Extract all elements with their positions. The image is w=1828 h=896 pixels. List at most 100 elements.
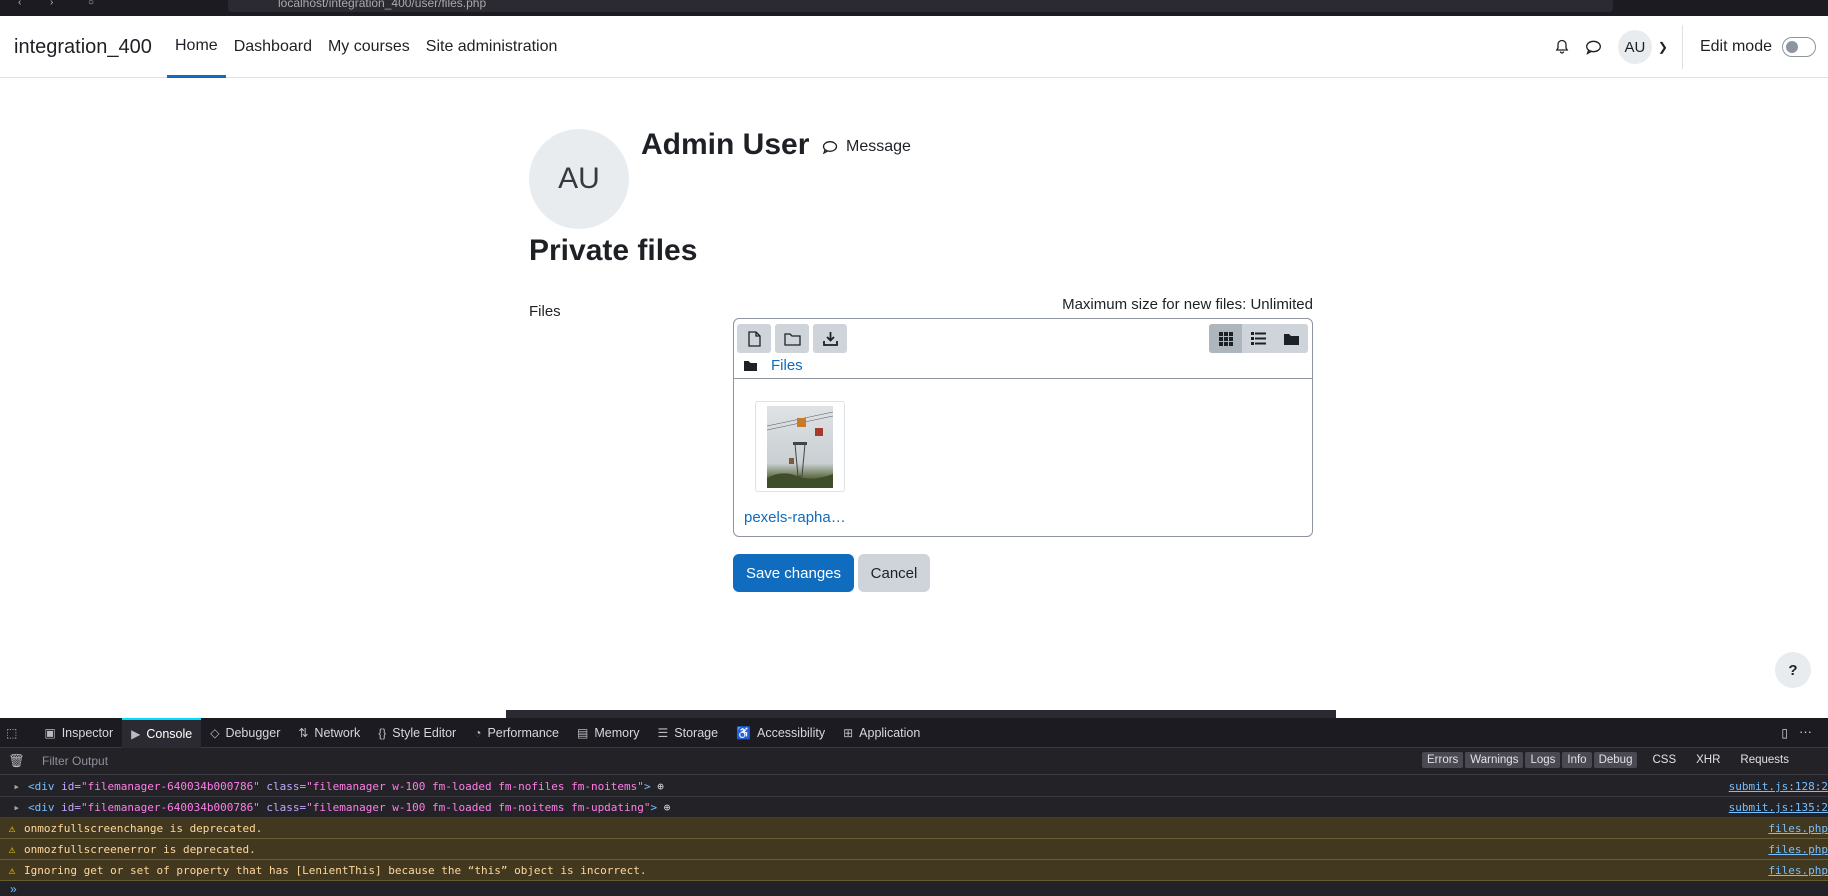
save-changes-button[interactable]: Save changes: [733, 554, 854, 592]
filter-warnings[interactable]: Warnings: [1465, 752, 1524, 768]
tree-view-button[interactable]: [1275, 324, 1308, 353]
tab-console-label: Console: [146, 726, 193, 741]
tab-style-editor[interactable]: {} Style Editor: [369, 718, 465, 748]
storage-icon: ☰: [657, 725, 669, 740]
profile-avatar: AU: [529, 129, 629, 229]
filter-output-input[interactable]: Filter Output: [42, 754, 108, 768]
notifications-button[interactable]: [1546, 31, 1578, 63]
warning-row: ⚠ Ignoring get or set of property that ha…: [0, 860, 1828, 881]
tab-accessibility-label: Accessibility: [757, 725, 826, 740]
bell-icon: [1555, 39, 1569, 54]
tab-performance[interactable]: ◔ Performance: [465, 718, 568, 748]
site-brand[interactable]: integration_400: [14, 36, 152, 59]
files-field-label: Files: [529, 303, 561, 320]
log-row[interactable]: ▸ <div id="filemanager-640034b000786" cla…: [0, 776, 1828, 797]
more-options-icon[interactable]: ···: [1799, 724, 1812, 739]
network-icon: ⇅: [298, 725, 309, 740]
messages-button[interactable]: [1578, 31, 1610, 63]
filter-logs[interactable]: Logs: [1525, 752, 1561, 768]
breadcrumb-files[interactable]: Files: [771, 357, 803, 374]
file-name-link[interactable]: pexels-rapha…: [744, 509, 846, 526]
filter-debug[interactable]: Debug: [1593, 752, 1638, 768]
tab-network-label: Network: [314, 725, 361, 740]
devtools-tabbar: ⬚ ▣ Inspector ▶ Console ◇ Debugger ⇅ Network…: [0, 717, 1828, 748]
devtools-panel: ⬚ ▣ Inspector ▶ Console ◇ Debugger ⇅ Network…: [0, 717, 1828, 896]
edit-mode-toggle[interactable]: [1782, 37, 1816, 57]
tab-style-editor-label: Style Editor: [392, 725, 457, 740]
filter-css[interactable]: CSS: [1647, 752, 1681, 768]
picker-icon: ⬚: [6, 725, 18, 740]
list-view-button[interactable]: [1242, 324, 1275, 353]
top-navbar: integration_400 Home Dashboard My course…: [0, 16, 1828, 78]
tab-application[interactable]: ⊞ Application: [834, 718, 929, 748]
list-icon: [1251, 332, 1266, 345]
warning-icon: ⚠: [8, 822, 16, 835]
nav-site-administration[interactable]: Site administration: [418, 16, 566, 78]
filter-errors[interactable]: Errors: [1421, 752, 1464, 768]
tab-inspector[interactable]: ▣ Inspector: [35, 718, 122, 748]
folder-icon: [783, 332, 801, 346]
primary-navigation: Home Dashboard My courses Site administr…: [167, 16, 565, 78]
navbar-divider: [1681, 25, 1683, 69]
filter-xhr[interactable]: XHR: [1691, 752, 1725, 768]
expand-triangle-icon[interactable]: ▸: [0, 776, 28, 796]
filter-requests[interactable]: Requests: [1735, 752, 1794, 768]
chevron-down-icon[interactable]: ❯: [1658, 40, 1668, 54]
cancel-button[interactable]: Cancel: [858, 554, 930, 592]
file-thumbnail[interactable]: [755, 401, 845, 492]
icon-view-button[interactable]: [1209, 324, 1242, 353]
application-icon: ⊞: [843, 725, 854, 740]
tab-debugger-label: Debugger: [225, 725, 281, 740]
back-icon[interactable]: ‹: [18, 0, 21, 8]
create-folder-button[interactable]: [775, 324, 809, 353]
warning-icon: ⚠: [8, 864, 16, 877]
max-size-info: Maximum size for new files: Unlimited: [1062, 296, 1313, 313]
url-bar[interactable]: localhost/integration_400/user/files.php: [228, 0, 1613, 12]
navbar-user-area: AU ❯ Edit mode: [1546, 16, 1828, 78]
tab-memory[interactable]: ▤ Memory: [568, 718, 649, 748]
message-button[interactable]: Message: [822, 138, 911, 156]
warning-row: ⚠ onmozfullscreenchange is deprecated. fi…: [0, 818, 1828, 839]
download-all-button[interactable]: [813, 324, 847, 353]
style-editor-icon: {}: [378, 725, 387, 740]
reload-icon[interactable]: ○: [88, 0, 94, 8]
user-avatar[interactable]: AU: [1617, 30, 1652, 64]
log-source-link[interactable]: files.php: [1768, 818, 1828, 838]
tab-inspector-label: Inspector: [61, 725, 114, 740]
expand-triangle-icon[interactable]: ▸: [0, 797, 28, 817]
file-icon: [747, 330, 761, 347]
warning-icon: ⚠: [8, 843, 16, 856]
accessibility-icon: ♿: [736, 725, 752, 740]
nav-my-courses[interactable]: My courses: [320, 16, 418, 78]
help-button[interactable]: ?: [1775, 652, 1811, 688]
target-icon[interactable]: ⊕: [664, 801, 671, 814]
tab-network[interactable]: ⇅ Network: [289, 718, 369, 748]
log-source-link[interactable]: submit.js:135:2: [1729, 797, 1828, 817]
warning-text: onmozfullscreenerror is deprecated.: [24, 843, 256, 856]
tab-debugger[interactable]: ◇ Debugger: [201, 718, 289, 748]
log-row[interactable]: ▸ <div id="filemanager-640034b000786" cla…: [0, 797, 1828, 818]
log-source-link[interactable]: files.php: [1768, 839, 1828, 859]
log-source-link[interactable]: submit.js:128:2: [1729, 776, 1828, 796]
nav-dashboard[interactable]: Dashboard: [226, 16, 320, 78]
filter-info[interactable]: Info: [1562, 752, 1592, 768]
tab-accessibility[interactable]: ♿ Accessibility: [727, 718, 834, 748]
target-icon[interactable]: ⊕: [657, 780, 664, 793]
file-manager-toolbar: Files: [734, 319, 1312, 379]
console-prompt-icon[interactable]: »: [10, 882, 17, 896]
grid-icon: [1218, 331, 1233, 346]
tab-storage[interactable]: ☰ Storage: [649, 718, 728, 748]
file-manager: Files pexels-rapha…: [733, 318, 1313, 537]
url-text: localhost/integration_400/user/files.php: [278, 0, 487, 10]
add-file-button[interactable]: [737, 324, 771, 353]
nav-home[interactable]: Home: [167, 16, 226, 78]
element-picker-button[interactable]: ⬚: [0, 718, 35, 748]
console-filter-bar: 🗑 Filter Output Errors Warnings Logs Inf…: [0, 748, 1828, 775]
forward-icon[interactable]: ›: [50, 0, 53, 8]
tab-performance-label: Performance: [487, 725, 560, 740]
tab-console[interactable]: ▶ Console: [122, 717, 202, 748]
clear-console-icon[interactable]: 🗑: [8, 753, 25, 769]
responsive-design-icon[interactable]: ▯: [1781, 726, 1788, 740]
log-source-link[interactable]: files.php: [1768, 860, 1828, 880]
warning-text: Ignoring get or set of property that has…: [24, 864, 647, 877]
